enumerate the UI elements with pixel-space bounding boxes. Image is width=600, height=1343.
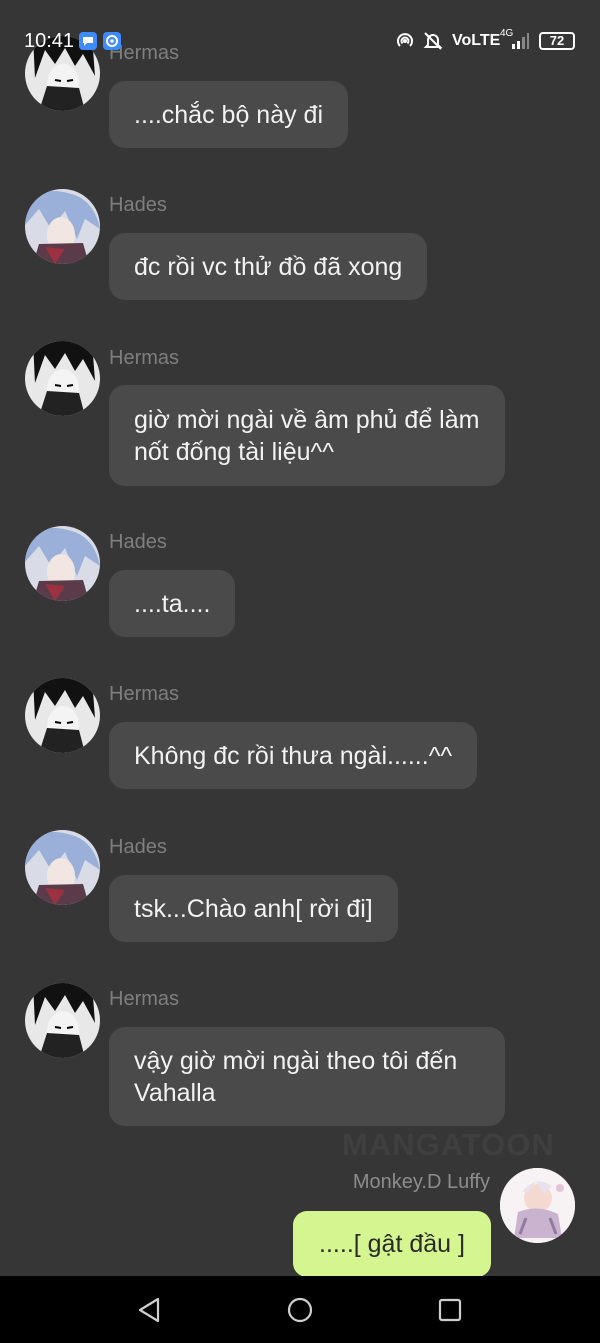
hermas-avatar[interactable] <box>25 983 100 1058</box>
watermark: MANGATOON <box>342 1127 555 1162</box>
message-bubble[interactable]: tsk...Chào anh[ rời đi] <box>109 875 398 942</box>
chat-app-icon <box>78 31 98 51</box>
hermas-avatar[interactable] <box>25 341 100 416</box>
circle-home-icon[interactable] <box>283 1293 317 1327</box>
message-bubble[interactable]: giờ mời ngài về âm phủ để làm nốt đống t… <box>109 385 505 486</box>
sender-name: Hades <box>109 194 167 216</box>
battery-icon: 72 <box>539 32 575 50</box>
message-bubble[interactable]: Không đc rồi thưa ngài......^^ <box>109 722 478 789</box>
sender-name: Hades <box>109 531 167 553</box>
hotspot-icon <box>395 31 415 51</box>
message-bubble[interactable]: ....ta.... <box>109 570 236 637</box>
sender-name: Hades <box>109 836 167 858</box>
message-bubble[interactable]: vậy giờ mời ngài theo tôi đến Vahalla <box>109 1027 505 1126</box>
hades-avatar[interactable] <box>25 526 100 601</box>
message-text: ....chắc bộ này đi <box>134 100 324 129</box>
message-text: Không đc rồi thưa ngài......^^ <box>134 741 453 770</box>
bell-muted-icon <box>423 31 443 51</box>
message-text: tsk...Chào anh[ rời đi] <box>134 894 373 923</box>
triangle-back-icon[interactable] <box>132 1293 166 1327</box>
volte-label: VoLTE <box>452 32 501 49</box>
signal-icon <box>510 31 530 51</box>
hades-avatar[interactable] <box>25 189 100 264</box>
message-text: đc rồi vc thử đồ đã xong <box>134 252 403 281</box>
sender-name: Hermas <box>109 988 180 1010</box>
clock: 10:41 <box>24 30 75 52</box>
square-recents-icon[interactable] <box>433 1293 467 1327</box>
hades-avatar[interactable] <box>25 830 100 905</box>
browser-app-icon <box>102 31 122 51</box>
message-bubble[interactable]: đc rồi vc thử đồ đã xong <box>109 233 428 300</box>
status-bar: 10:41 VoLTE 4G 72 <box>0 24 600 60</box>
message-bubble[interactable]: ....chắc bộ này đi <box>109 81 349 148</box>
message-text: ....ta.... <box>134 589 211 618</box>
hermas-avatar[interactable] <box>25 678 100 753</box>
message-text: vậy giờ mời ngài theo tôi đến Vahalla <box>134 1046 458 1107</box>
self-message-text: .....[ gật đầu ] <box>319 1229 465 1258</box>
self-message-bubble[interactable]: .....[ gật đầu ] <box>293 1211 491 1276</box>
navigation-bar <box>0 1276 600 1343</box>
sender-name: Hermas <box>109 347 180 369</box>
luffy-avatar[interactable] <box>500 1168 575 1243</box>
sender-name: Hermas <box>109 683 180 705</box>
battery-level: 72 <box>549 33 565 48</box>
chat-area[interactable]: Hermas ....chắc bộ này đi Hades đc rồi v… <box>0 0 600 1276</box>
message-text: giờ mời ngài về âm phủ để làm nốt đống t… <box>134 405 480 466</box>
self-sender-name: Monkey.D Luffy <box>352 1171 490 1193</box>
